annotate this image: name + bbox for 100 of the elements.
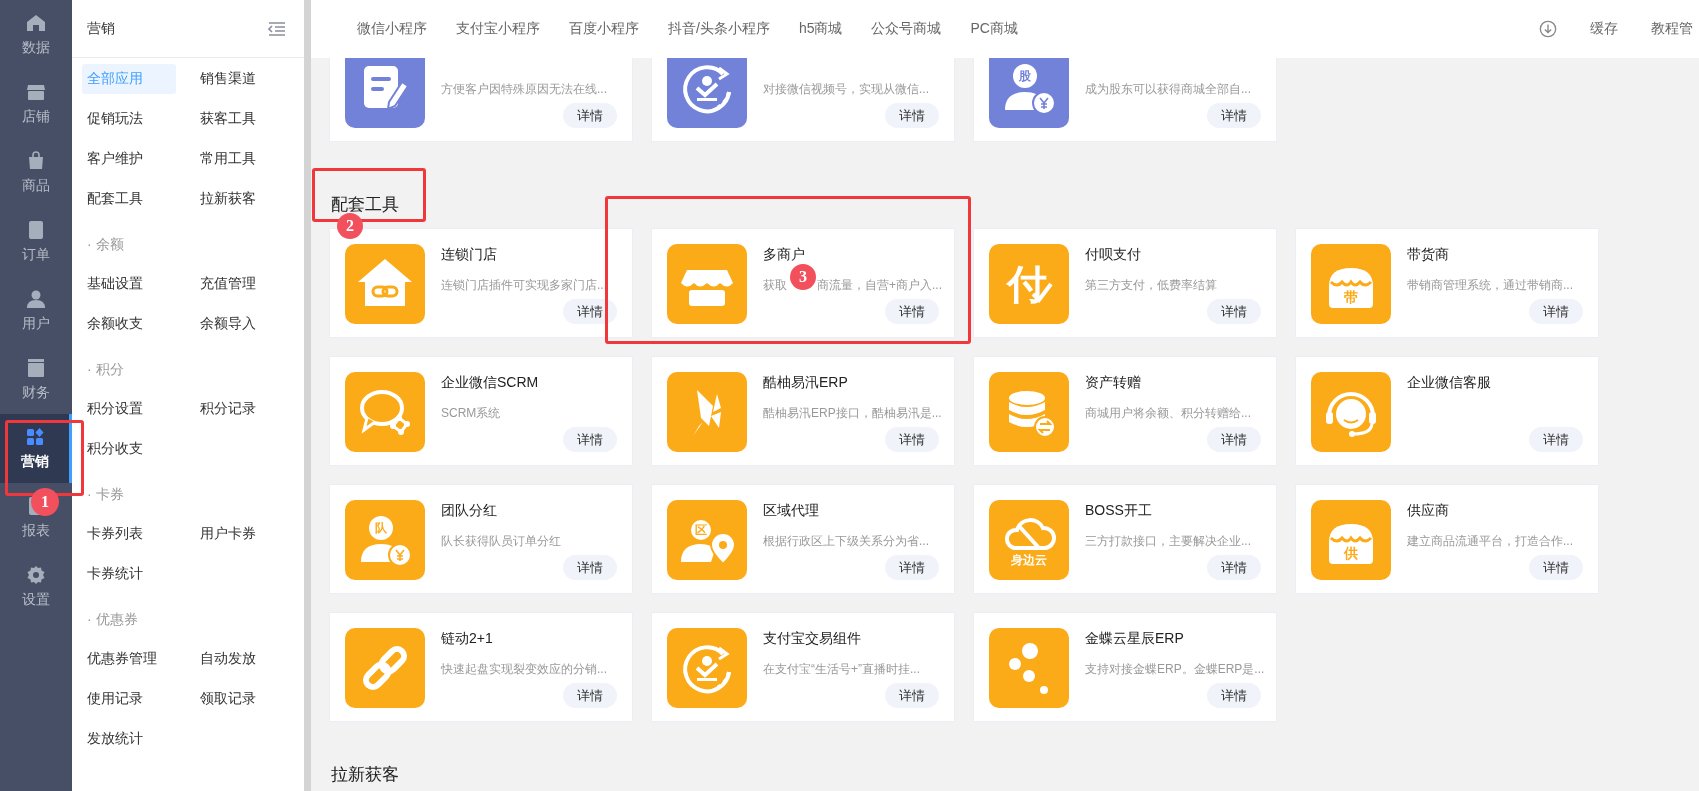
app-title: 链动2+1 — [441, 629, 494, 648]
menu-item[interactable]: 用户卡券 — [195, 519, 289, 549]
menu-item[interactable]: 优惠券管理 — [82, 644, 176, 674]
details-button[interactable]: 详情 — [1529, 555, 1583, 580]
download-icon[interactable] — [1539, 20, 1557, 38]
nav-item[interactable]: 财务 — [0, 345, 72, 414]
details-button[interactable]: 详情 — [885, 683, 939, 708]
details-button[interactable]: 详情 — [1207, 555, 1261, 580]
nav-item[interactable]: 设置 — [0, 552, 72, 621]
menu-item[interactable]: 使用记录 — [82, 684, 176, 714]
details-button[interactable]: 详情 — [1207, 103, 1261, 128]
cloud-logo-icon: 身边云 — [989, 500, 1069, 580]
app-description: 方便客户因特殊原因无法在线... — [441, 81, 607, 98]
app-description: 对接微信视频号，实现从微信... — [763, 81, 929, 98]
app-description: 带销商管理系统，通过带销商... — [1407, 277, 1573, 294]
menu-item[interactable]: 销售渠道 — [195, 64, 289, 94]
details-button[interactable]: 详情 — [1529, 299, 1583, 324]
collapse-menu-icon[interactable] — [268, 20, 286, 37]
menu-item[interactable]: 拉新获客 — [195, 184, 289, 214]
yen-box-icon — [26, 357, 46, 378]
menu-item[interactable]: 配套工具 — [82, 184, 176, 214]
shop-icon: 供 — [1311, 500, 1391, 580]
platform-tab[interactable]: 支付宝小程序 — [456, 20, 540, 38]
app-title: 企业微信客服 — [1407, 373, 1492, 392]
details-button[interactable]: 详情 — [1207, 299, 1261, 324]
annotation-badge: 1 — [31, 488, 59, 516]
platform-tab[interactable]: 百度小程序 — [569, 20, 639, 38]
document-icon — [26, 219, 46, 240]
menu-item[interactable]: 领取记录 — [195, 684, 289, 714]
user-icon — [26, 288, 46, 309]
nav-item[interactable]: 营销 — [0, 414, 72, 483]
menu-item[interactable]: 自动发放 — [195, 644, 289, 674]
details-button[interactable]: 详情 — [885, 555, 939, 580]
section-heading: 配套工具 — [331, 195, 399, 214]
app-description: 第三方支付，低费率结算 — [1085, 277, 1217, 294]
menu-item[interactable]: 积分记录 — [195, 394, 289, 424]
details-button[interactable]: 详情 — [1207, 683, 1261, 708]
menu-item[interactable]: 获客工具 — [195, 104, 289, 134]
nav-item[interactable]: 用户 — [0, 276, 72, 345]
details-button[interactable]: 详情 — [885, 427, 939, 452]
shop-icon: 带 — [1311, 244, 1391, 324]
details-button[interactable]: 详情 — [885, 299, 939, 324]
app-title: 团队分红 — [441, 501, 498, 520]
app-title: 连锁门店 — [441, 245, 498, 264]
app-description: 在支付宝“生活号+”直播时挂... — [763, 661, 920, 678]
toolbar-link[interactable]: 教程管 — [1651, 20, 1693, 38]
menu-item[interactable]: 积分设置 — [82, 394, 176, 424]
menu-item[interactable]: 余额收支 — [82, 309, 176, 339]
app-description: 队长获得队员订单分红 — [441, 533, 561, 550]
details-button[interactable]: 详情 — [563, 299, 617, 324]
section-heading: 拉新获客 — [331, 765, 399, 784]
person-money-bag-icon: 股 — [989, 58, 1069, 128]
details-button[interactable]: 详情 — [1207, 427, 1261, 452]
app-description: SCRM系统 — [441, 405, 501, 422]
menu-item[interactable]: 卡券统计 — [82, 559, 176, 589]
menu-item[interactable]: 促销玩法 — [82, 104, 176, 134]
toolbar-link[interactable]: 缓存 — [1590, 20, 1618, 38]
menu-item[interactable]: 卡券列表 — [82, 519, 176, 549]
platform-tab[interactable]: 公众号商城 — [871, 20, 942, 38]
nav-item[interactable]: 商品 — [0, 138, 72, 207]
shopping-bag-icon — [26, 150, 46, 171]
app-description: 三方打款接口，主要解决企业... — [1085, 533, 1251, 550]
nav-item[interactable]: 订单 — [0, 207, 72, 276]
app-title: 酷柚易汛ERP — [763, 373, 849, 392]
nav-item[interactable]: 店铺 — [0, 69, 72, 138]
person-pin-icon: 区 — [667, 500, 747, 580]
app-description: 连锁门店插件可实现多家门店... — [441, 277, 607, 294]
details-button[interactable]: 详情 — [563, 427, 617, 452]
details-button[interactable]: 详情 — [563, 103, 617, 128]
menu-item[interactable]: 积分收支 — [82, 434, 176, 464]
person-money-bag-icon: 队 — [345, 500, 425, 580]
details-button[interactable]: 详情 — [885, 103, 939, 128]
menu-item[interactable]: 发放统计 — [82, 724, 176, 754]
menu-item[interactable]: 基础设置 — [82, 269, 176, 299]
platform-tab[interactable]: 微信小程序 — [357, 20, 427, 38]
menu-group-title: · 余额 — [86, 235, 124, 254]
app-description: 支持对接金蝶ERP。金蝶ERP是... — [1085, 661, 1265, 678]
menu-group-title: · 卡券 — [86, 485, 124, 504]
app-title: 支付宝交易组件 — [763, 629, 862, 648]
details-button[interactable]: 详情 — [563, 555, 617, 580]
payment-logo-icon: 付 — [989, 244, 1069, 324]
app-title: 供应商 — [1407, 501, 1450, 520]
app-title: BOSS开工 — [1085, 501, 1153, 520]
menu-group-title: · 积分 — [86, 360, 124, 379]
app-description: 成为股东可以获得商城全部自... — [1085, 81, 1251, 98]
app-title: 区域代理 — [763, 501, 820, 520]
app-title: 金蝶云星辰ERP — [1085, 629, 1185, 648]
nav-item[interactable]: 数据 — [0, 0, 72, 69]
details-button[interactable]: 详情 — [1529, 427, 1583, 452]
platform-tab[interactable]: 抖音/头条小程序 — [668, 20, 770, 38]
app-description: 酷柚易汛ERP接口，酷柚易汛是... — [763, 405, 942, 422]
menu-group-title: · 优惠券 — [86, 610, 138, 629]
platform-tab[interactable]: h5商城 — [798, 20, 843, 38]
details-button[interactable]: 详情 — [563, 683, 617, 708]
menu-item[interactable]: 余额导入 — [195, 309, 289, 339]
menu-item[interactable]: 客户维护 — [82, 144, 176, 174]
platform-tab[interactable]: PC商城 — [970, 20, 1018, 38]
menu-item[interactable]: 充值管理 — [195, 269, 289, 299]
app-description: 商城用户将余额、积分转赠给... — [1085, 405, 1251, 422]
menu-item[interactable]: 常用工具 — [195, 144, 289, 174]
